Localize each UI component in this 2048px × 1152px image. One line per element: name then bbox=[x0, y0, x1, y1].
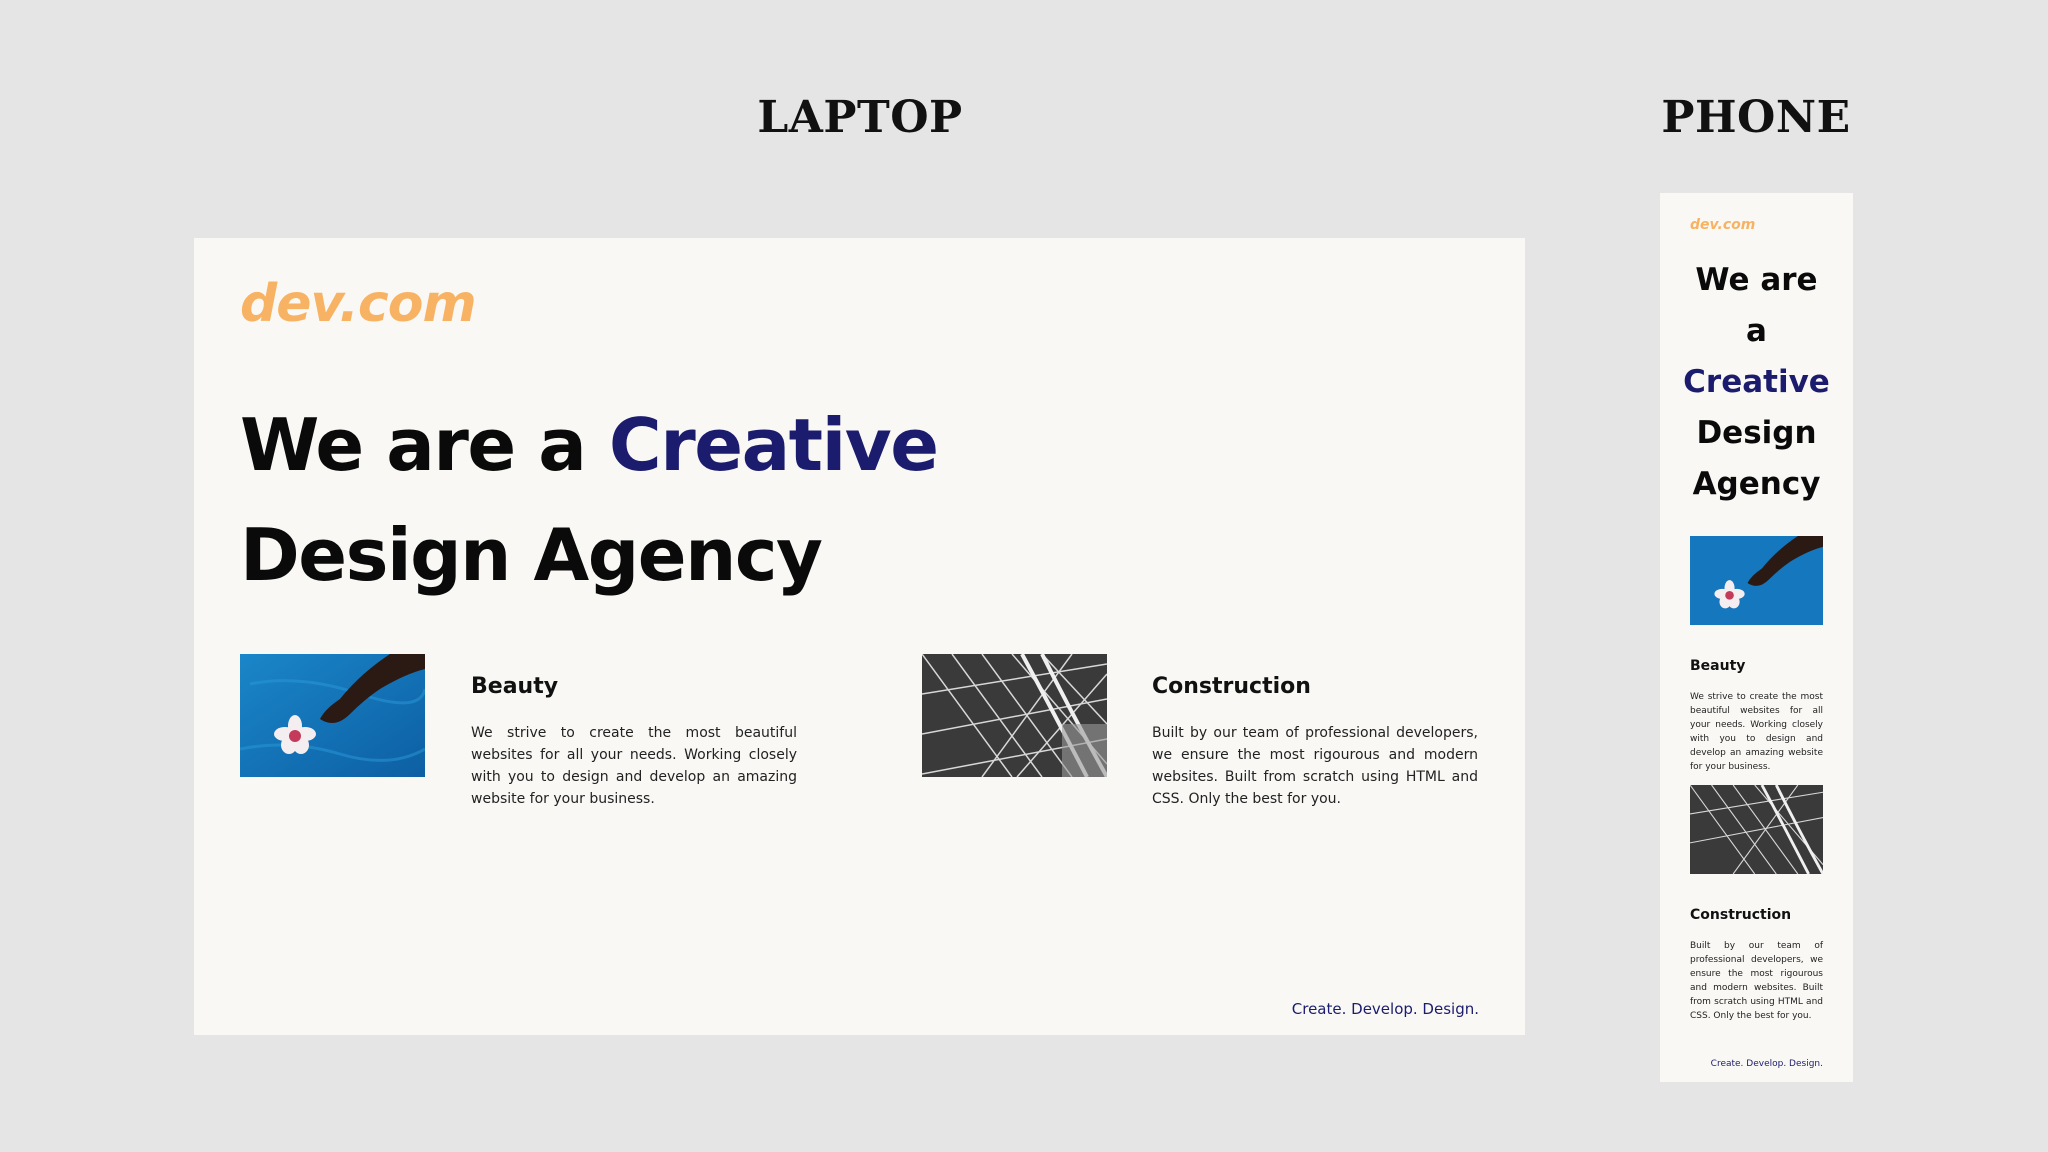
feature-title-construction: Construction bbox=[1152, 674, 1311, 699]
phone-label: PHONE bbox=[1661, 92, 1851, 143]
headline-start: We are a bbox=[240, 403, 609, 487]
phone-feature-text-beauty: We strive to create the most beautiful w… bbox=[1690, 692, 1823, 772]
headline-accent: Creative bbox=[608, 403, 939, 487]
beauty-image bbox=[240, 654, 425, 777]
phone-preview: dev.com We are a Creative Design Agency … bbox=[1660, 193, 1853, 1082]
phone-feature-title-construction: Construction bbox=[1690, 907, 1792, 923]
phone-hero-headline: We are a Creative Design Agency bbox=[1670, 255, 1843, 510]
phone-construction-image bbox=[1690, 785, 1823, 874]
laptop-label: LAPTOP bbox=[757, 92, 963, 143]
feature-title-beauty: Beauty bbox=[471, 674, 559, 699]
laptop-preview: dev.com We are a Creative Design Agency bbox=[194, 238, 1525, 1035]
phone-headline-line1: We are bbox=[1695, 262, 1818, 298]
hero-headline: We are a Creative Design Agency bbox=[240, 390, 1140, 610]
headline-end: Design Agency bbox=[240, 513, 823, 597]
phone-site-logo[interactable]: dev.com bbox=[1690, 217, 1755, 233]
feature-text-construction: Built by our team of professional develo… bbox=[1152, 725, 1478, 807]
phone-headline-accent: Creative bbox=[1683, 364, 1830, 400]
phone-site-footer-tagline: Create. Develop. Design. bbox=[1710, 1059, 1823, 1069]
feature-text-beauty: We strive to create the most beautiful w… bbox=[471, 725, 797, 807]
construction-image bbox=[922, 654, 1107, 777]
site-footer-tagline: Create. Develop. Design. bbox=[1291, 1000, 1479, 1018]
phone-feature-title-beauty: Beauty bbox=[1690, 658, 1746, 674]
phone-headline-line2: a bbox=[1746, 313, 1767, 349]
phone-headline-end: Design Agency bbox=[1692, 415, 1821, 502]
phone-feature-text-construction: Built by our team of professional develo… bbox=[1690, 941, 1823, 1021]
phone-beauty-image bbox=[1690, 536, 1823, 625]
site-logo[interactable]: dev.com bbox=[240, 274, 477, 334]
